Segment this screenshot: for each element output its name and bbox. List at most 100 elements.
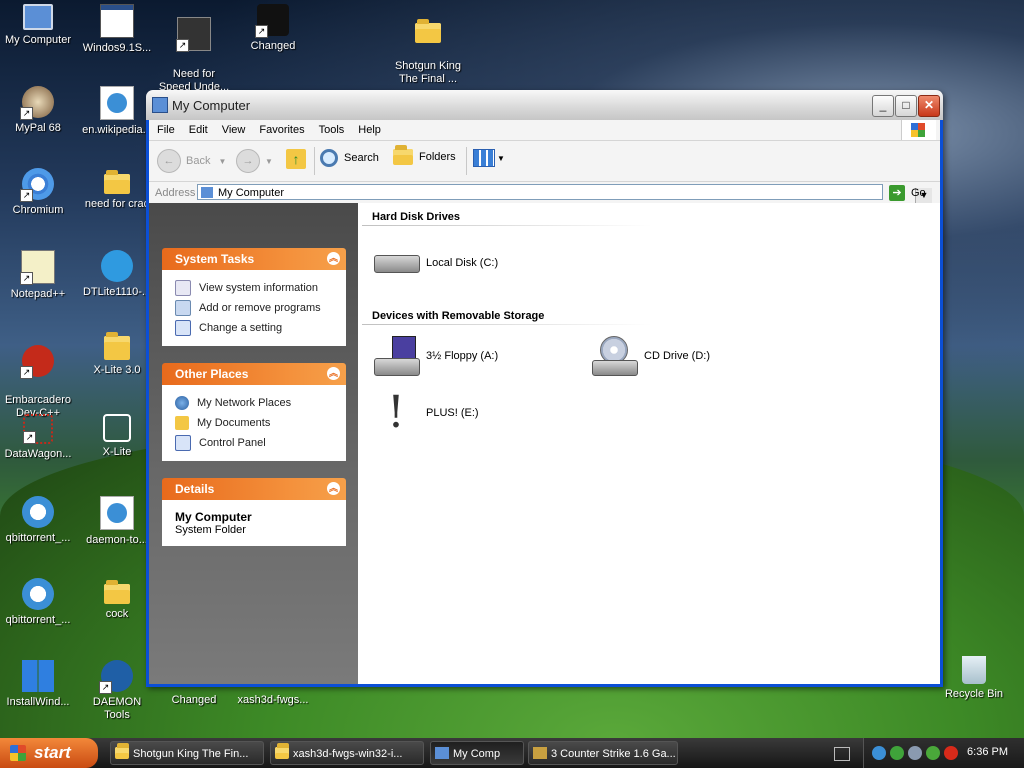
keyboard-icon[interactable] <box>834 747 850 761</box>
drive-floppy-a[interactable]: 3½ Floppy (A:) <box>372 336 498 376</box>
group-hard-disk-drives: Hard Disk Drives <box>372 211 461 223</box>
desktop-icon-mypal[interactable]: MyPal 68 <box>0 86 76 135</box>
windows-icon <box>22 660 54 692</box>
desktop-icon-qbittorrent-1[interactable]: qbittorrent_... <box>0 496 76 545</box>
menu-view[interactable]: View <box>222 124 246 136</box>
taskbar-item-shotgun-king[interactable]: Shotgun King The Fin... <box>110 741 264 765</box>
place-control-panel[interactable]: Control Panel <box>175 433 334 453</box>
folder-icon <box>104 170 130 194</box>
security-tray-icon[interactable] <box>926 746 940 760</box>
window-icon <box>100 4 134 38</box>
menu-edit[interactable]: Edit <box>189 124 208 136</box>
desktop-icon-daemon-to[interactable]: daemon-to... <box>79 496 155 547</box>
place-my-network-places[interactable]: My Network Places <box>175 393 334 413</box>
taskbar-item-counter-strike[interactable]: 3 Counter Strike 1.6 Ga... <box>528 741 678 765</box>
taskbar-item-xash3d[interactable]: xash3d-fwgs-win32-i... <box>270 741 424 765</box>
task-label: xash3d-fwgs-win32-i... <box>293 748 403 760</box>
desktop-icon-windos[interactable]: Windos9.1S... <box>79 4 155 55</box>
clock[interactable]: 6:36 PM <box>967 746 1008 758</box>
desktop-icon-installwind[interactable]: InstallWind... <box>0 660 76 709</box>
desktop-icon-notepadpp[interactable]: Notepad++ <box>0 250 76 301</box>
other-places-panel: Other Places ︽ My Network Places My Docu… <box>162 363 346 461</box>
icon-label: cock <box>105 608 129 620</box>
my-computer-icon <box>152 97 168 113</box>
desktop-icon-dtlite[interactable]: DTLite1110-... <box>79 250 155 299</box>
network-tray-icon[interactable] <box>908 746 922 760</box>
search-button[interactable]: Search <box>320 149 379 167</box>
zip-icon <box>104 332 130 360</box>
windows-flag-icon <box>10 745 26 761</box>
start-button[interactable]: start <box>0 738 98 768</box>
other-places-header[interactable]: Other Places ︽ <box>162 363 346 385</box>
desktop-icon-wikipedia[interactable]: en.wikipedia... <box>79 86 155 137</box>
menu-tools[interactable]: Tools <box>319 124 345 136</box>
collapse-chevron-icon[interactable]: ︽ <box>327 252 340 265</box>
desktop-icon-changed-2[interactable]: Changed <box>156 694 232 707</box>
up-folder-button[interactable]: ↑ <box>286 149 306 169</box>
menu-favorites[interactable]: Favorites <box>259 124 304 136</box>
drive-cd-d[interactable]: CD Drive (D:) <box>590 336 710 376</box>
desktop-icon-chromium[interactable]: Chromium <box>0 168 76 217</box>
task-change-setting[interactable]: Change a setting <box>175 318 334 338</box>
control-panel-icon <box>175 320 191 336</box>
task-add-remove-programs[interactable]: Add or remove programs <box>175 298 334 318</box>
task-label: Add or remove programs <box>199 302 321 314</box>
window-titlebar[interactable]: My Computer _ □ ✕ <box>146 90 943 120</box>
folders-button[interactable]: Folders <box>393 145 456 165</box>
group-removable-storage: Devices with Removable Storage <box>372 310 545 322</box>
taskbar-item-my-computer[interactable]: My Comp <box>430 741 524 765</box>
folder-icon <box>275 743 289 759</box>
drive-plus-e[interactable]: ! PLUS! (E:) <box>372 391 478 435</box>
desktop-icon-xlite-zip[interactable]: X-Lite 3.0 <box>79 332 155 377</box>
my-computer-window[interactable]: My Computer _ □ ✕ File Edit View Favorit… <box>146 90 943 687</box>
drive-label: CD Drive (D:) <box>644 350 710 362</box>
go-button[interactable]: ➔ Go <box>889 185 926 201</box>
back-button[interactable]: ← Back ▼ <box>157 149 226 173</box>
qbittorrent-tray-icon[interactable] <box>872 746 886 760</box>
icon-label: qbittorrent_... <box>5 532 71 544</box>
desktop-icon-datawagon[interactable]: DataWagon... <box>0 414 76 461</box>
desktop-icon-my-computer[interactable]: My Computer <box>0 4 76 47</box>
group-divider <box>362 324 652 325</box>
floppy-drive-icon <box>372 336 420 376</box>
desktop-icon-shotgun-king[interactable]: Shotgun King The Final ... <box>390 4 466 99</box>
forward-button[interactable]: → ▼ <box>236 149 273 173</box>
icon-label: X-Lite <box>102 446 132 458</box>
search-label: Search <box>344 152 379 164</box>
task-pane: System Tasks ︽ View system information A… <box>149 203 358 684</box>
collapse-chevron-icon[interactable]: ︽ <box>327 482 340 495</box>
xlite-tray-icon[interactable] <box>890 746 904 760</box>
desktop-icon-cock[interactable]: cock <box>79 578 155 621</box>
desktop-icon-xlite[interactable]: X-Lite <box>79 414 155 459</box>
views-button[interactable]: ▼ <box>473 149 505 167</box>
maximize-button[interactable]: □ <box>895 95 917 117</box>
alert-tray-icon[interactable] <box>944 746 958 760</box>
desktop-icon-recycle-bin[interactable]: Recycle Bin <box>936 656 1012 701</box>
back-arrow-icon: ← <box>157 149 181 173</box>
menu-file[interactable]: File <box>157 124 175 136</box>
task-view-system-information[interactable]: View system information <box>175 278 334 298</box>
panel-title: Other Places <box>175 367 249 381</box>
chromium-icon <box>20 168 54 202</box>
desktop-icon-daemon-tools[interactable]: DAEMON Tools <box>79 660 155 722</box>
desktop-icon-need-for-crac[interactable]: need for crac <box>79 168 155 211</box>
drive-local-disk-c[interactable]: Local Disk (C:) <box>372 243 498 283</box>
desktop-icon-qbittorrent-2[interactable]: qbittorrent_... <box>0 578 76 627</box>
place-my-documents[interactable]: My Documents <box>175 413 334 433</box>
system-tasks-header[interactable]: System Tasks ︽ <box>162 248 346 270</box>
desktop-icon-changed[interactable]: Changed <box>235 4 311 53</box>
details-header[interactable]: Details ︽ <box>162 478 346 500</box>
address-bar: Address My Computer ▼ ➔ Go <box>149 182 940 205</box>
collapse-chevron-icon[interactable]: ︽ <box>327 367 340 380</box>
my-computer-icon <box>201 187 213 198</box>
close-button[interactable]: ✕ <box>918 95 940 117</box>
devcpp-icon <box>20 345 54 379</box>
icon-label: X-Lite 3.0 <box>93 364 141 376</box>
menu-help[interactable]: Help <box>358 124 381 136</box>
forward-dropdown-icon: ▼ <box>265 156 273 166</box>
panel-title: System Tasks <box>175 252 255 266</box>
folders-label: Folders <box>419 151 456 163</box>
minimize-button[interactable]: _ <box>872 95 894 117</box>
address-input[interactable]: My Computer ▼ <box>197 184 932 203</box>
desktop-icon-xash3d[interactable]: xash3d-fwgs... <box>230 694 316 707</box>
